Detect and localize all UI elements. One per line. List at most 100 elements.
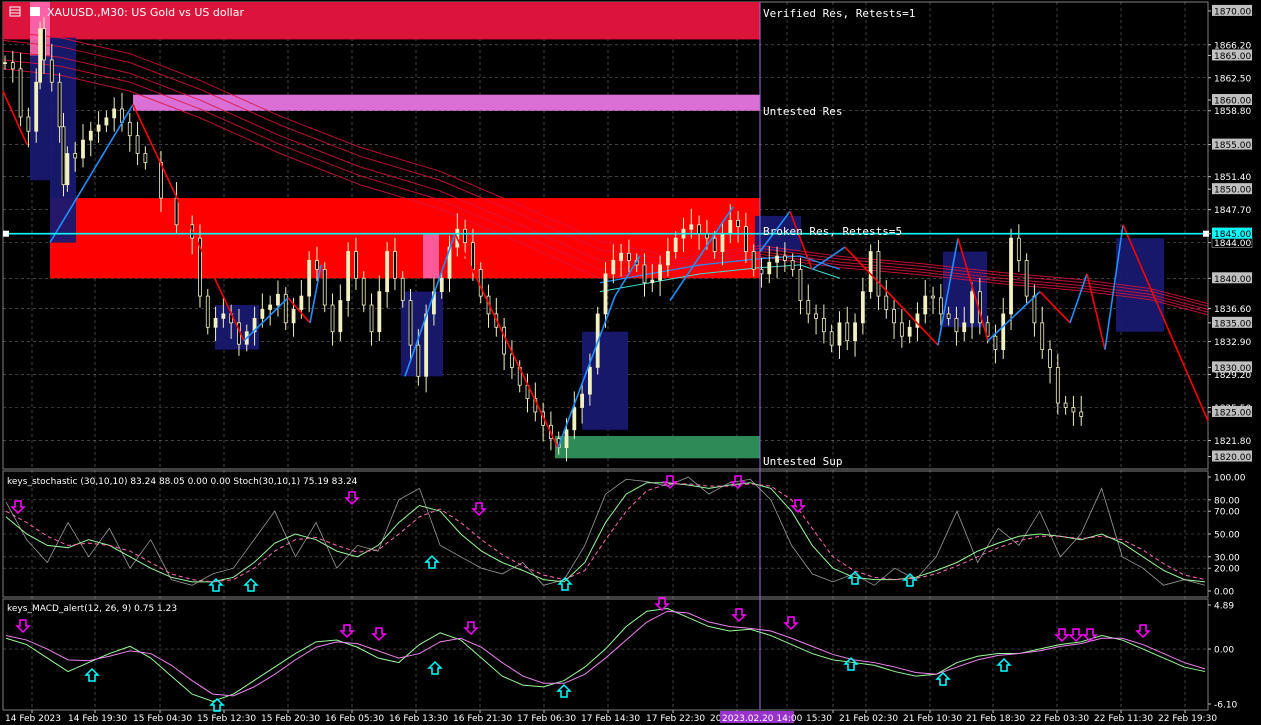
candle-body	[330, 304, 335, 333]
stochastic-tick-label: 80.00	[1214, 496, 1240, 506]
candle-body	[34, 81, 39, 132]
candle-body	[268, 304, 273, 310]
candle-body	[315, 260, 319, 270]
time-tick-label: 16 Feb 21:30	[453, 714, 512, 724]
price-tick-label: 1835.00	[1214, 319, 1251, 329]
candle-body	[338, 300, 343, 333]
candle-body	[938, 297, 943, 315]
time-tick-label: 22 Feb 11:30	[1094, 714, 1153, 724]
signal-block	[401, 291, 443, 377]
price-tick-label: 1825.00	[1214, 408, 1251, 418]
stochastic-tick-label: 20.00	[1214, 565, 1240, 575]
price-tick-label: 1820.00	[1214, 453, 1251, 463]
candle-body	[712, 237, 717, 252]
candle-body	[775, 255, 779, 263]
time-tick-label: 14 Feb 2023	[5, 714, 61, 724]
window-title: XAUUSD.,M30: US Gold vs US dollar	[47, 6, 244, 19]
highlight-block	[423, 233, 439, 279]
candle-body	[96, 124, 101, 132]
candle-body	[1016, 237, 1021, 261]
zone-resistance	[50, 198, 760, 279]
candle-body	[782, 255, 787, 261]
price-tick-label: 1840.00	[1214, 275, 1251, 285]
time-tick-label: 15 Feb 12:30	[197, 714, 256, 724]
level-line-handle	[3, 230, 9, 237]
price-tick-label: 1850.00	[1214, 186, 1251, 196]
stochastic-tick-label: 30.00	[1214, 553, 1240, 563]
candle-body	[798, 268, 803, 301]
candle-body	[814, 313, 818, 319]
time-tick-label: 15 Feb 20:30	[261, 714, 320, 724]
stochastic-tick-label: 100.00	[1214, 474, 1246, 484]
candle-body	[510, 353, 514, 368]
candle-body	[49, 59, 54, 83]
candle-body	[892, 309, 896, 324]
candle-body	[65, 153, 70, 186]
candle-body	[743, 226, 748, 252]
candle-body	[57, 81, 62, 128]
time-tick-label: 22 Feb 03:30	[1030, 714, 1089, 724]
candle-body	[26, 116, 31, 132]
candle-body	[424, 313, 429, 377]
time-tick-label: 20	[710, 714, 722, 724]
macd-label: keys_MACD_alert(12, 26, 9) 0.75 1.23	[7, 604, 177, 614]
candle-body	[720, 233, 725, 252]
candle-body	[931, 295, 935, 299]
candle-body	[767, 261, 772, 275]
time-tick-label: 17 Feb 14:30	[581, 714, 640, 724]
zone-support	[555, 436, 760, 459]
candle-body	[806, 300, 811, 315]
candle-body	[354, 251, 358, 279]
candle-body	[88, 130, 93, 141]
zone-label: Untested Sup	[763, 455, 842, 468]
crosshair-time-label: 2023.02.20 14:00	[722, 714, 803, 724]
candle-body	[837, 322, 842, 346]
candle-body	[38, 28, 42, 83]
candle-body	[3, 62, 7, 65]
candle-body	[18, 68, 23, 118]
candle-body	[346, 251, 351, 301]
price-tick-label: 1829.20	[1214, 371, 1251, 381]
candle-body	[307, 260, 312, 297]
candle-body	[580, 393, 585, 408]
price-tick-label: 1821.80	[1214, 437, 1251, 447]
price-tick-label: 1847.70	[1214, 206, 1251, 216]
candle-body	[619, 252, 623, 261]
candle-body	[291, 309, 296, 324]
candle-body	[213, 317, 218, 328]
zone-resistance	[133, 94, 760, 111]
trading-chart[interactable]: Verified Res, Retests=1 Untested Res Broke…	[0, 0, 1261, 725]
price-tick-label: 1858.80	[1214, 107, 1251, 117]
candle-body	[907, 326, 912, 337]
candle-body	[1063, 402, 1068, 408]
candle-body	[463, 228, 468, 244]
level-price-label: 1845.00	[1214, 230, 1251, 240]
candle-body	[946, 313, 951, 319]
candle-body	[471, 242, 475, 270]
candle-body	[205, 295, 210, 328]
zone-label: Broken Res, Retests=5	[763, 225, 902, 238]
time-tick-label: 21 Feb 18:30	[966, 714, 1025, 724]
candle-body	[478, 268, 483, 297]
candle-body	[572, 407, 577, 431]
candle-body	[1001, 313, 1006, 350]
time-tick-label: 17 Feb 06:30	[517, 714, 576, 724]
candle-body	[899, 322, 904, 337]
candle-body	[1032, 295, 1037, 324]
price-tick-label: 1832.90	[1214, 338, 1251, 348]
candle-body	[143, 153, 148, 163]
price-tick-label: 1851.40	[1214, 173, 1251, 183]
time-tick-label: 22 Feb 19:30	[1158, 714, 1217, 724]
price-tick-label: 1870.00	[1214, 7, 1251, 17]
candle-body	[728, 219, 733, 235]
price-tick-label: 1862.50	[1214, 74, 1251, 84]
candle-body	[1079, 411, 1084, 417]
candle-body	[611, 260, 616, 275]
candle-body	[81, 139, 85, 159]
macd-tick-label: 0.00	[1214, 646, 1234, 656]
stochastic-tick-label: 50.00	[1214, 531, 1240, 541]
candle-body	[970, 291, 974, 324]
candle-body	[876, 251, 881, 297]
candle-body	[868, 251, 873, 293]
time-tick-label: 15:30	[806, 714, 832, 724]
